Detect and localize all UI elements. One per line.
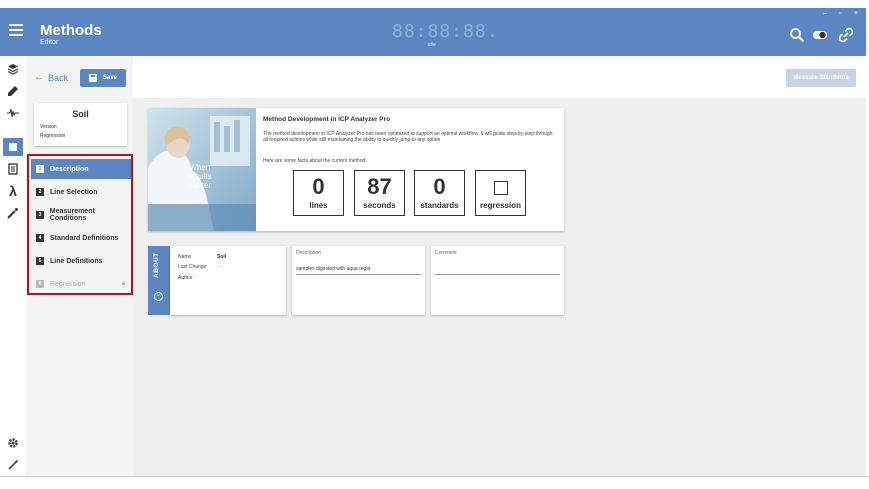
close-button[interactable]: × bbox=[854, 10, 858, 17]
method-summary-card: Soil Version Regression bbox=[34, 103, 127, 146]
flask-icon[interactable] bbox=[3, 82, 23, 100]
stat-label: regression bbox=[480, 201, 521, 210]
arrow-left-icon: ← bbox=[34, 72, 44, 83]
search-icon[interactable] bbox=[789, 27, 805, 43]
description-label: Description bbox=[296, 250, 322, 256]
step-number: 5 bbox=[36, 257, 44, 265]
step-description[interactable]: 1 Description bbox=[31, 159, 131, 179]
wand-icon[interactable] bbox=[3, 204, 23, 222]
clock-display: 88:88:88. bbox=[392, 21, 499, 42]
description-underline bbox=[296, 274, 421, 275]
app-header: Methods Editor 88:88:88. idle – ▫ × bbox=[0, 8, 866, 56]
stat-standards: 0 standards bbox=[414, 170, 465, 216]
step-number: 3 bbox=[36, 211, 44, 219]
comment-label: Comment bbox=[435, 250, 457, 256]
spectrum-icon[interactable] bbox=[3, 104, 23, 122]
about-label: ABOUT bbox=[153, 252, 160, 278]
info-facts-text: Here are some facts about the current me… bbox=[263, 158, 367, 164]
save-button[interactable]: Save bbox=[80, 69, 126, 87]
method-regression-label: Regression bbox=[40, 133, 66, 139]
gear-icon[interactable] bbox=[3, 434, 23, 452]
step-measurement-conditions[interactable]: 3 Measurement Conditions bbox=[31, 205, 131, 225]
photo-text-2: results bbox=[188, 172, 212, 181]
floppy-icon bbox=[88, 74, 97, 82]
left-rail: λ bbox=[0, 56, 26, 476]
step-number: 6 bbox=[36, 280, 44, 288]
method-info-card: When results matter Method Development i… bbox=[148, 108, 564, 231]
back-button[interactable]: ← Back bbox=[34, 72, 68, 83]
document-icon[interactable] bbox=[3, 138, 23, 156]
info-title: Method Development in ICP Analyzer Pro bbox=[263, 116, 391, 123]
stat-label: seconds bbox=[363, 201, 396, 210]
stat-value: 0 bbox=[433, 174, 446, 199]
lock-icon: 🔒︎ bbox=[121, 280, 125, 287]
step-number: 1 bbox=[36, 165, 44, 173]
stat-value: 87 bbox=[367, 174, 392, 199]
description-value: samples digested with aqua regia bbox=[296, 266, 371, 272]
save-label: Save bbox=[102, 75, 117, 81]
method-steps-list: 1 Description 2 Line Selection 3 Measure… bbox=[27, 154, 133, 295]
clock-state: idle bbox=[428, 42, 436, 48]
name-value: Soil bbox=[217, 254, 227, 260]
app-window: Methods Editor 88:88:88. idle – ▫ × λ ← … bbox=[0, 0, 869, 489]
stat-regression: regression bbox=[475, 170, 526, 216]
brush-icon[interactable] bbox=[3, 456, 23, 474]
author-label: Author bbox=[178, 275, 193, 281]
step-line-definitions[interactable]: 5 Line Definitions bbox=[31, 251, 131, 271]
info-body: The method development in ICP Analyzer P… bbox=[263, 131, 553, 143]
step-label: Standard Definitions bbox=[50, 234, 119, 242]
step-label: Line Definitions bbox=[50, 257, 103, 265]
bottom-divider bbox=[0, 476, 869, 477]
about-card: Name Soil Last Change - - Author bbox=[170, 246, 286, 315]
last-change-label: Last Change bbox=[178, 264, 207, 270]
measure-standards-button[interactable]: Measure Standards bbox=[786, 69, 856, 87]
back-label: Back bbox=[48, 72, 69, 83]
description-field[interactable]: Description samples digested with aqua r… bbox=[292, 246, 425, 315]
stat-label: lines bbox=[309, 201, 328, 210]
step-label: Line Selection bbox=[50, 188, 98, 196]
step-regression: 6 Regression 🔒︎ bbox=[31, 274, 131, 294]
stat-value: 0 bbox=[312, 174, 325, 199]
page-subtitle: Editor bbox=[40, 39, 59, 46]
maximize-button[interactable]: ▫ bbox=[839, 10, 841, 17]
list-icon[interactable] bbox=[3, 160, 23, 178]
link-icon[interactable] bbox=[838, 27, 854, 43]
layers-icon[interactable] bbox=[3, 60, 23, 78]
page-title: Methods bbox=[40, 22, 102, 39]
step-label: Measurement Conditions bbox=[49, 208, 95, 222]
step-number: 4 bbox=[36, 234, 44, 242]
last-change-value: - - bbox=[217, 264, 222, 270]
comment-field[interactable]: Comment bbox=[431, 246, 564, 315]
photo-text-3: matter bbox=[188, 181, 212, 190]
minimize-button[interactable]: – bbox=[823, 10, 827, 17]
toggle-icon[interactable] bbox=[812, 27, 828, 43]
step-label: Description bbox=[50, 165, 89, 173]
collapse-icon[interactable]: − bbox=[154, 292, 163, 301]
name-label: Name bbox=[178, 254, 192, 260]
menu-icon[interactable] bbox=[9, 24, 23, 36]
step-standard-definitions[interactable]: 4 Standard Definitions bbox=[31, 228, 131, 248]
lab-photo: When results matter bbox=[148, 108, 256, 231]
photo-text-1: When bbox=[189, 163, 211, 172]
about-tab[interactable]: ABOUT − bbox=[148, 246, 170, 315]
method-version-label: Version bbox=[40, 124, 57, 130]
step-line-selection[interactable]: 2 Line Selection bbox=[31, 182, 131, 202]
comment-underline bbox=[435, 274, 560, 275]
step-number: 2 bbox=[36, 188, 44, 196]
stat-lines: 0 lines bbox=[293, 170, 344, 216]
step-label: Regression bbox=[50, 280, 86, 288]
lambda-icon[interactable]: λ bbox=[3, 182, 23, 200]
stat-seconds: 87 seconds bbox=[354, 170, 405, 216]
stat-label: standards bbox=[420, 201, 459, 210]
method-name: Soil bbox=[72, 109, 89, 119]
square-icon bbox=[493, 181, 508, 195]
